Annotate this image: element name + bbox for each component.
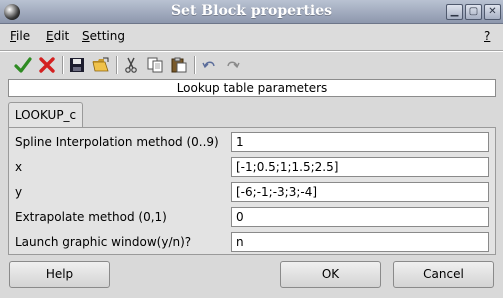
undo-icon[interactable] [198,54,220,76]
toolbar-separator [62,56,63,74]
menu-setting[interactable]: Setting [82,29,125,43]
close-button[interactable]: ✕ [484,4,501,20]
toolbar-separator [194,56,195,74]
menu-bar: File Edit Setting ? [0,24,503,50]
dialog-header: Lookup table parameters [8,79,496,97]
graphic-window-input[interactable] [231,232,489,252]
field-label-x: x [15,160,23,174]
save-icon[interactable] [66,54,88,76]
ok-button[interactable]: OK [280,261,381,288]
minimize-button[interactable]: ▁ [446,4,463,20]
field-label-extrapolate: Extrapolate method (0,1) [15,210,167,224]
field-label-y: y [15,185,23,199]
toolbar-separator [116,56,117,74]
cancel-x-icon[interactable] [36,54,58,76]
toolbar [8,52,498,78]
spline-method-input[interactable] [231,132,489,152]
maximize-button[interactable]: ▢ [465,4,482,20]
extrapolate-input[interactable] [231,207,489,227]
parameters-panel: Spline Interpolation method (0..9) x y E… [8,127,496,255]
cancel-button[interactable]: Cancel [393,261,494,288]
ok-check-icon[interactable] [12,54,34,76]
title-bar[interactable]: Set Block properties ▁ ▢ ✕ [0,0,503,24]
redo-icon[interactable] [222,54,244,76]
help-button[interactable]: Help [9,261,110,288]
menu-help[interactable]: ? [484,29,490,43]
window-title: Set Block properties [170,3,333,19]
menu-file[interactable]: File [10,29,30,43]
open-folder-icon[interactable] [90,54,112,76]
x-input[interactable] [231,157,489,177]
field-label-graphic-window: Launch graphic window(y/n)? [15,235,192,249]
copy-icon[interactable] [144,54,166,76]
paste-icon[interactable] [168,54,190,76]
y-input[interactable] [231,182,489,202]
tab-lookup-c[interactable]: LOOKUP_c [8,102,83,128]
cut-icon[interactable] [120,54,142,76]
field-label-spline-method: Spline Interpolation method (0..9) [15,135,219,149]
menu-edit[interactable]: Edit [46,29,69,43]
